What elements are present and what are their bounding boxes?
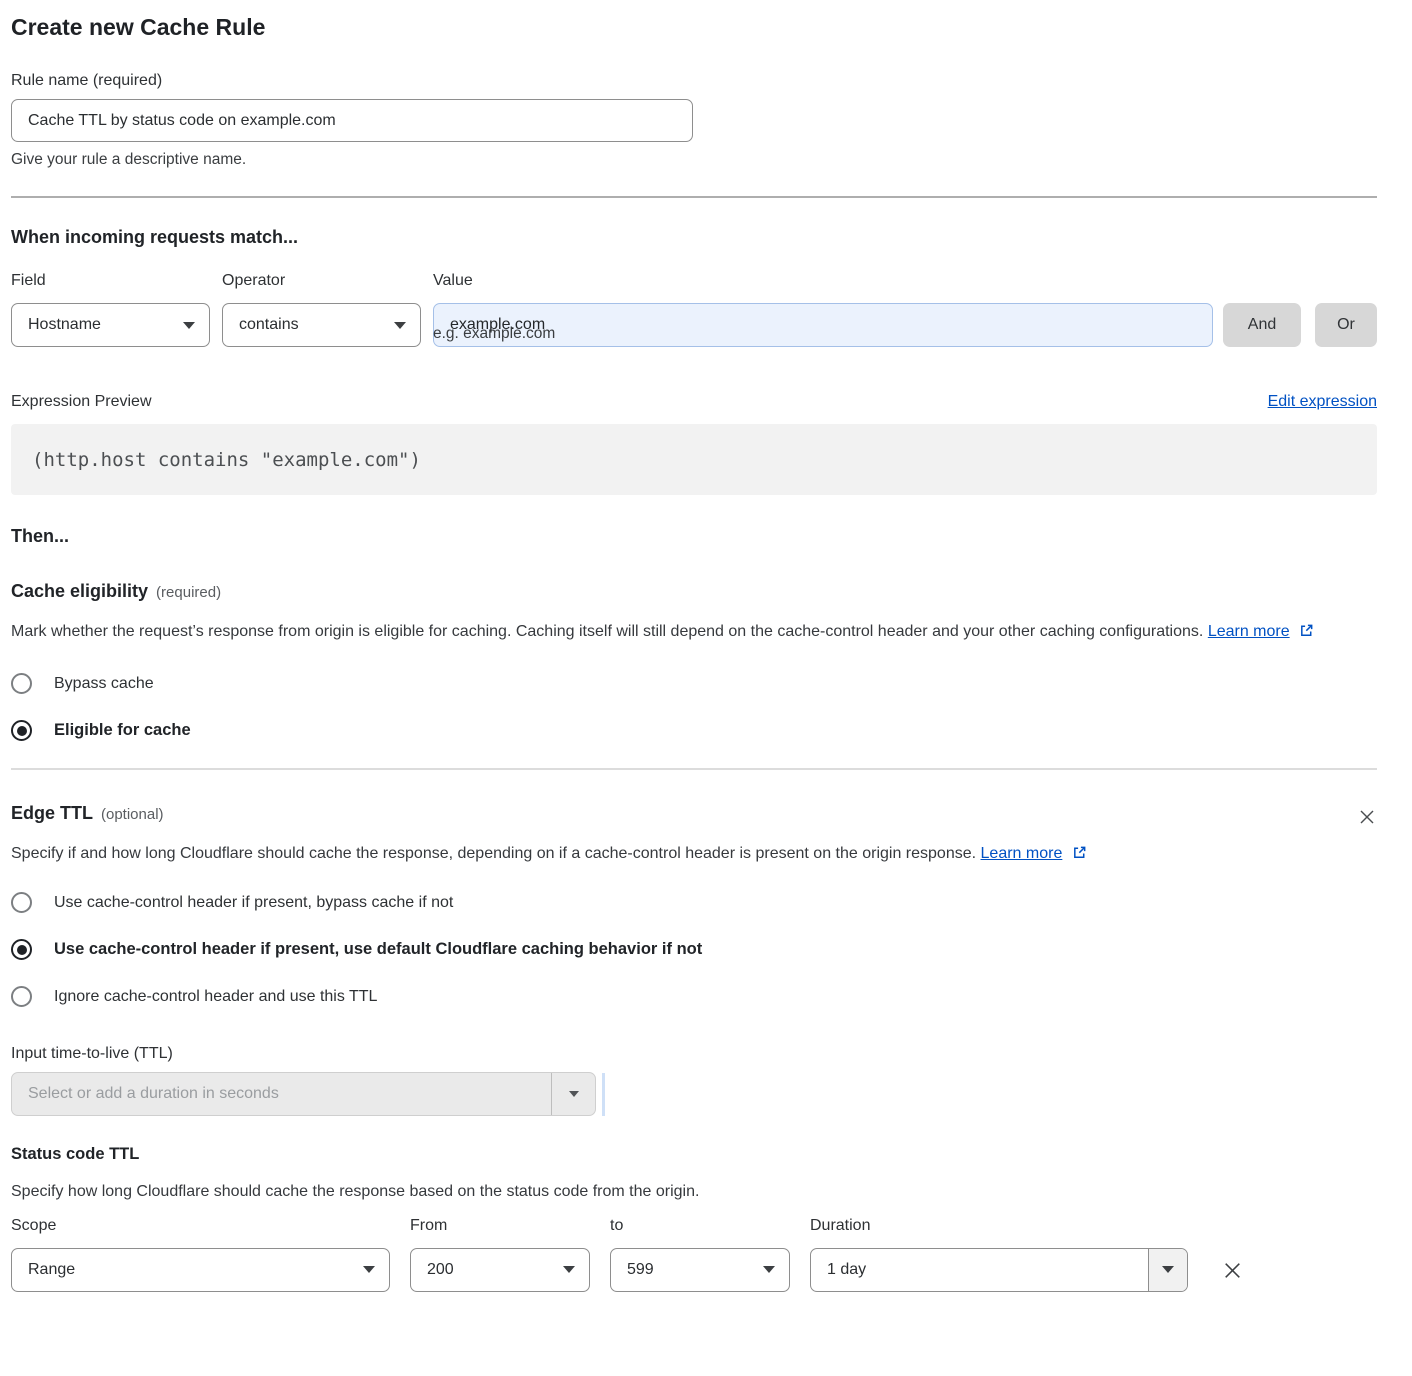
edit-expression-link[interactable]: Edit expression bbox=[1268, 393, 1377, 411]
radio-icon-selected[interactable] bbox=[11, 939, 32, 960]
radio-label: Use cache-control header if present, use… bbox=[54, 940, 702, 959]
expression-preview-row: Expression Preview Edit expression bbox=[11, 393, 1377, 411]
status-code-ttl-description: Specify how long Cloudflare should cache… bbox=[11, 1178, 1377, 1206]
ttl-input-row: Select or add a duration in seconds bbox=[11, 1072, 1377, 1116]
match-heading: When incoming requests match... bbox=[11, 227, 1377, 248]
operator-select[interactable]: contains bbox=[222, 303, 421, 347]
rule-name-input[interactable]: Cache TTL by status code on example.com bbox=[11, 99, 693, 142]
chevron-down-glyph bbox=[1162, 1266, 1174, 1273]
close-icon[interactable] bbox=[1357, 807, 1377, 827]
focus-caret bbox=[602, 1073, 605, 1116]
section-divider bbox=[11, 768, 1377, 770]
radio-icon[interactable] bbox=[11, 986, 32, 1007]
match-row: Field Hostname Operator contains Value e… bbox=[11, 272, 1377, 347]
scope-select-value: Range bbox=[28, 1261, 353, 1279]
scope-select[interactable]: Range bbox=[11, 1248, 390, 1292]
chevron-down-icon[interactable] bbox=[1148, 1249, 1187, 1291]
field-select[interactable]: Hostname bbox=[11, 303, 210, 347]
radio-bypass-cache[interactable]: Bypass cache bbox=[11, 673, 1377, 694]
operator-label: Operator bbox=[222, 272, 421, 290]
status-code-ttl-row: Scope Range From 200 to 599 Duration 1 d… bbox=[11, 1217, 1377, 1292]
from-label: From bbox=[410, 1217, 590, 1235]
cache-eligibility-description: Mark whether the request’s response from… bbox=[11, 618, 1356, 646]
rule-name-helper: Give your rule a descriptive name. bbox=[11, 151, 1377, 169]
cache-eligibility-description-text: Mark whether the request’s response from… bbox=[11, 623, 1203, 640]
chevron-down-icon bbox=[563, 1266, 575, 1273]
scope-label: Scope bbox=[11, 1217, 390, 1235]
radio-label: Use cache-control header if present, byp… bbox=[54, 894, 453, 912]
status-code-ttl-heading: Status code TTL bbox=[11, 1145, 1377, 1164]
ttl-duration-placeholder: Select or add a duration in seconds bbox=[12, 1073, 551, 1115]
external-link-icon bbox=[1072, 845, 1087, 860]
page-title: Create new Cache Rule bbox=[11, 14, 1377, 41]
radio-eligible-for-cache[interactable]: Eligible for cache bbox=[11, 720, 1377, 741]
cache-eligibility-title: Cache eligibility bbox=[11, 581, 148, 601]
expression-preview-label: Expression Preview bbox=[11, 393, 152, 411]
value-helper: e.g. example.com bbox=[433, 325, 555, 343]
chevron-down-icon bbox=[183, 322, 195, 329]
field-label: Field bbox=[11, 272, 210, 290]
radio-icon-selected[interactable] bbox=[11, 720, 32, 741]
remove-row-x-icon[interactable] bbox=[1221, 1259, 1244, 1282]
value-label: Value bbox=[433, 272, 1213, 290]
ttl-duration-select[interactable]: Select or add a duration in seconds bbox=[11, 1072, 596, 1116]
operator-select-value: contains bbox=[239, 316, 384, 334]
to-select-value: 599 bbox=[627, 1261, 753, 1279]
expression-code-block: (http.host contains "example.com") bbox=[11, 424, 1377, 495]
edge-ttl-header: Edge TTL (optional) bbox=[11, 803, 1377, 827]
learn-more-link[interactable]: Learn more bbox=[981, 845, 1063, 862]
section-divider bbox=[11, 196, 1377, 198]
radio-label: Eligible for cache bbox=[54, 721, 191, 740]
external-link-icon bbox=[1299, 623, 1314, 638]
chevron-down-icon bbox=[363, 1266, 375, 1273]
or-button[interactable]: Or bbox=[1315, 303, 1377, 347]
expression-code: (http.host contains "example.com") bbox=[32, 449, 421, 471]
from-select-value: 200 bbox=[427, 1261, 553, 1279]
chevron-down-icon bbox=[394, 322, 406, 329]
radio-icon[interactable] bbox=[11, 892, 32, 913]
rule-name-label: Rule name (required) bbox=[11, 72, 1377, 90]
duration-value: 1 day bbox=[811, 1249, 1148, 1291]
chevron-down-icon bbox=[763, 1266, 775, 1273]
to-label: to bbox=[610, 1217, 790, 1235]
duration-label: Duration bbox=[810, 1217, 1188, 1235]
edge-ttl-description: Specify if and how long Cloudflare shoul… bbox=[11, 840, 1111, 868]
to-select[interactable]: 599 bbox=[610, 1248, 790, 1292]
radio-edge-ttl-default[interactable]: Use cache-control header if present, use… bbox=[11, 939, 1377, 960]
radio-icon[interactable] bbox=[11, 673, 32, 694]
and-button[interactable]: And bbox=[1223, 303, 1301, 347]
field-select-value: Hostname bbox=[28, 316, 173, 334]
radio-edge-ttl-bypass[interactable]: Use cache-control header if present, byp… bbox=[11, 892, 1377, 913]
optional-tag: (optional) bbox=[101, 806, 164, 823]
ttl-input-label: Input time-to-live (TTL) bbox=[11, 1045, 1377, 1063]
chevron-down-icon[interactable] bbox=[551, 1073, 595, 1115]
learn-more-link[interactable]: Learn more bbox=[1208, 623, 1290, 640]
chevron-down-glyph bbox=[569, 1091, 579, 1097]
from-select[interactable]: 200 bbox=[410, 1248, 590, 1292]
duration-combobox[interactable]: 1 day bbox=[810, 1248, 1188, 1292]
required-tag: (required) bbox=[156, 584, 221, 601]
radio-label: Bypass cache bbox=[54, 675, 154, 693]
edge-ttl-title: Edge TTL bbox=[11, 803, 93, 823]
cache-eligibility-heading: Cache eligibility (required) bbox=[11, 581, 1377, 602]
edge-ttl-description-text: Specify if and how long Cloudflare shoul… bbox=[11, 845, 976, 862]
radio-edge-ttl-ignore[interactable]: Ignore cache-control header and use this… bbox=[11, 986, 1377, 1007]
then-heading: Then... bbox=[11, 526, 1377, 547]
rule-name-value: Cache TTL by status code on example.com bbox=[28, 112, 336, 130]
edge-ttl-heading: Edge TTL (optional) bbox=[11, 803, 164, 824]
radio-label: Ignore cache-control header and use this… bbox=[54, 988, 377, 1006]
